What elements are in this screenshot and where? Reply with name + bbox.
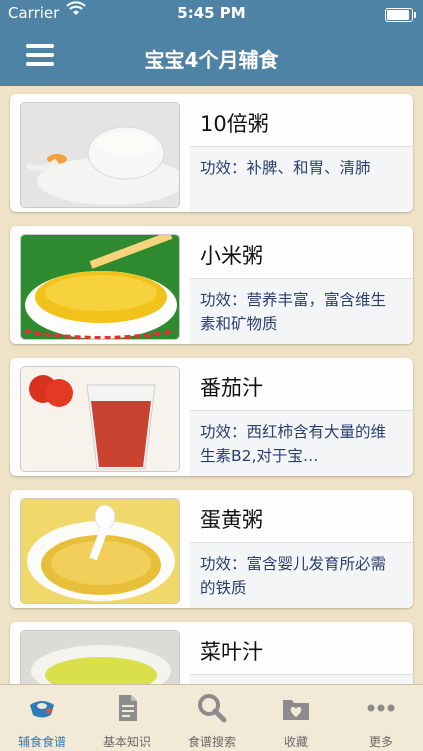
document-icon xyxy=(112,693,142,723)
tab-recipes[interactable]: 辅食食谱 xyxy=(0,685,84,751)
recipe-title: 小米粥 xyxy=(200,244,263,268)
recipe-title: 番茄汁 xyxy=(200,376,263,400)
recipe-thumbnail xyxy=(20,498,180,604)
recipe-title: 蛋黄粥 xyxy=(200,508,263,532)
tab-label: 收藏 xyxy=(283,735,308,749)
tab-bar: 辅食食谱 基本知识 食谱搜索 收藏 更多 xyxy=(0,684,423,751)
recipe-description: 功效：补脾、和胃、清肺 xyxy=(200,159,371,177)
battery-icon xyxy=(385,8,416,22)
recipe-thumbnail xyxy=(20,630,180,684)
recipe-thumbnail xyxy=(20,234,180,340)
status-bar: Carrier 5:45 PM xyxy=(0,0,423,28)
recipe-card[interactable]: 蛋黄粥 功效：富含婴儿发育所必需的铁质 xyxy=(10,490,413,608)
recipe-description: 功效：富含婴儿发育所必需的铁质 xyxy=(200,555,387,597)
tab-label: 更多 xyxy=(368,735,393,749)
recipe-card[interactable]: 菜叶汁 xyxy=(10,622,413,684)
tab-label: 食谱搜索 xyxy=(187,735,236,749)
recipe-list[interactable]: 10倍粥 功效：补脾、和胃、清肺 小米粥 功效：营养丰富，富含维生素和矿物质 番… xyxy=(0,86,423,684)
search-icon xyxy=(197,693,227,723)
heart-folder-icon xyxy=(281,693,311,723)
recipe-card[interactable]: 小米粥 功效：营养丰富，富含维生素和矿物质 xyxy=(10,226,413,344)
tab-label: 辅食食谱 xyxy=(17,735,66,749)
tab-more[interactable]: 更多 xyxy=(339,685,423,751)
recipe-description: 功效：西红柿含有大量的维生素B2,对于宝… xyxy=(200,423,387,465)
navigation-bar: Carrier 5:45 PM 宝宝4个月辅食 xyxy=(0,0,423,86)
clock: 5:45 PM xyxy=(177,4,246,22)
recipe-title: 10倍粥 xyxy=(200,112,269,136)
tab-knowledge[interactable]: 基本知识 xyxy=(85,685,169,751)
more-dots-icon xyxy=(366,693,396,723)
recipe-thumbnail xyxy=(20,366,180,472)
desc-background xyxy=(190,675,413,684)
page-title: 宝宝4个月辅食 xyxy=(144,48,279,72)
recipe-title: 菜叶汁 xyxy=(200,640,263,664)
recipe-thumbnail xyxy=(20,102,180,208)
tab-search[interactable]: 食谱搜索 xyxy=(170,685,254,751)
recipe-description: 功效：营养丰富，富含维生素和矿物质 xyxy=(200,291,387,333)
tab-label: 基本知识 xyxy=(102,735,151,749)
tab-favorites[interactable]: 收藏 xyxy=(254,685,338,751)
recipe-card[interactable]: 番茄汁 功效：西红柿含有大量的维生素B2,对于宝… xyxy=(10,358,413,476)
bib-icon xyxy=(27,693,57,723)
recipe-card[interactable]: 10倍粥 功效：补脾、和胃、清肺 xyxy=(10,94,413,212)
